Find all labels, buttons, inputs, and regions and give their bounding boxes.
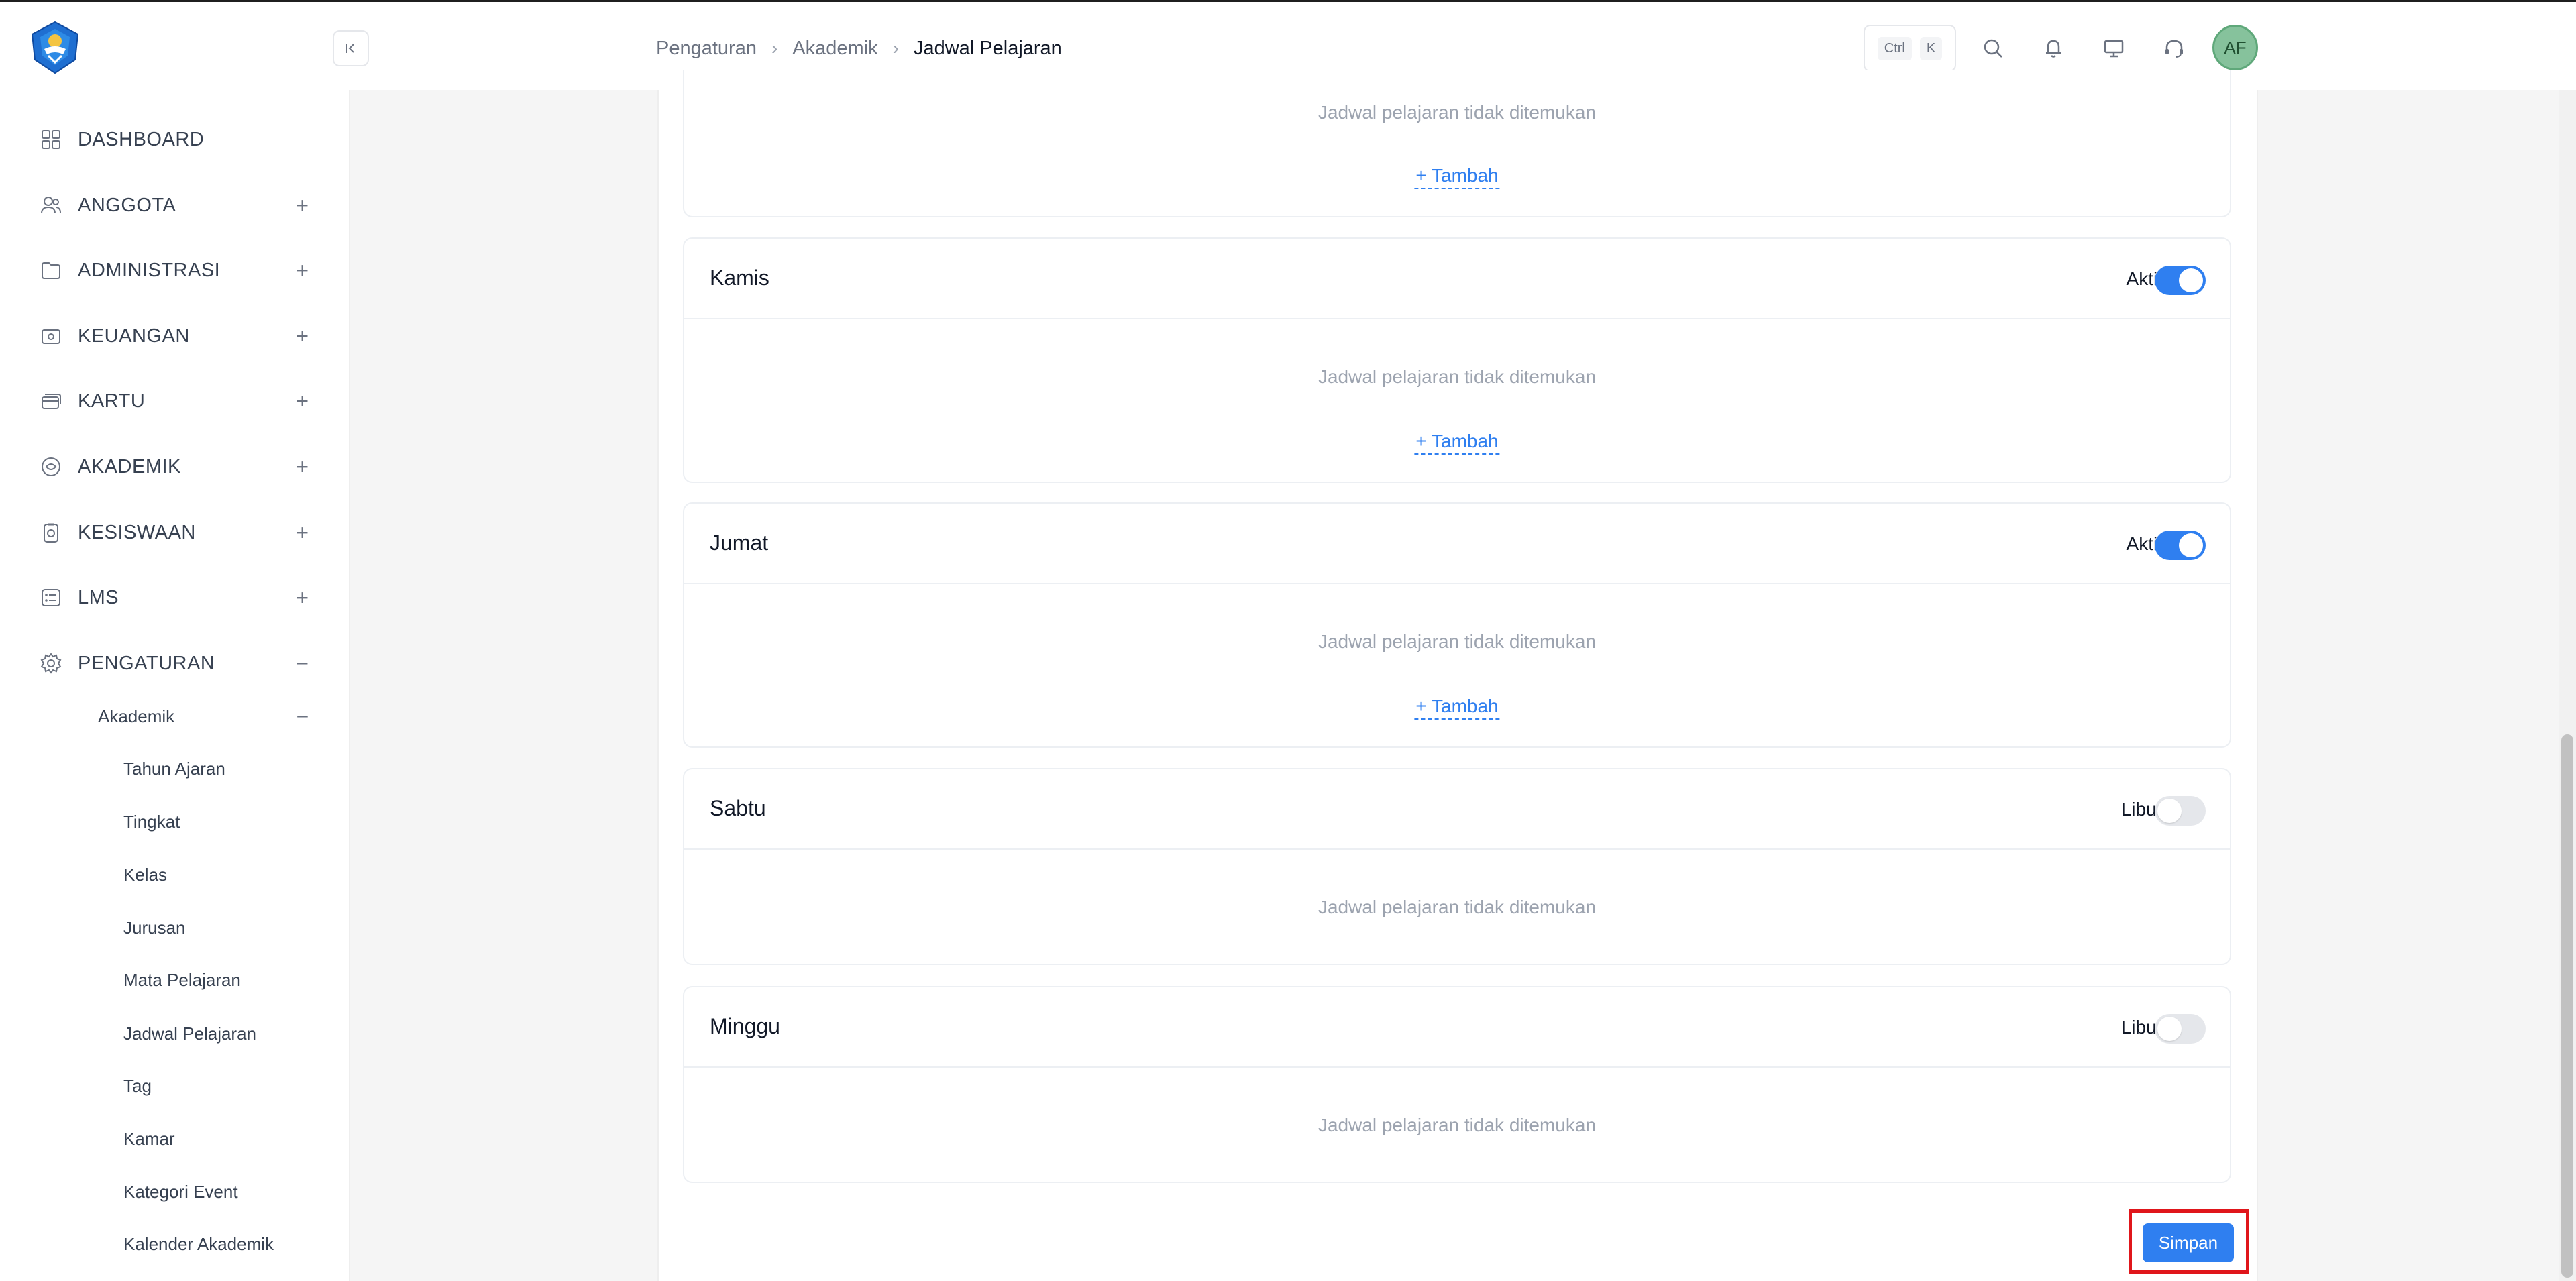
sidebar-collapse-button[interactable]	[333, 30, 369, 66]
monitor-icon[interactable]	[2097, 32, 2131, 65]
sidebar-link-kelas[interactable]: Kelas	[123, 858, 338, 891]
day-active-toggle[interactable]	[2155, 1014, 2206, 1044]
sidebar-item-label: LMS	[78, 586, 119, 608]
plus-icon: +	[296, 258, 309, 282]
bell-icon[interactable]	[2037, 32, 2070, 65]
kbd-ctrl: Ctrl	[1877, 36, 1912, 60]
breadcrumb-current: Jadwal Pelajaran	[913, 37, 1062, 59]
minus-icon: −	[296, 704, 309, 728]
day-active-toggle[interactable]	[2155, 531, 2206, 560]
kbd-k: K	[1919, 36, 1943, 60]
sidebar-link-tahun-ajaran[interactable]: Tahun Ajaran	[123, 752, 338, 785]
logo-icon[interactable]	[28, 21, 82, 74]
sidebar-item-label: DASHBOARD	[78, 128, 205, 150]
add-schedule-link[interactable]: + Tambah	[1414, 165, 1500, 189]
grid-icon	[38, 126, 64, 153]
day-card-sabtu: Sabtu Libur Jadwal pelajaran tidak ditem…	[683, 768, 2231, 965]
sidebar-item-keuangan[interactable]: KEUANGAN +	[38, 316, 313, 356]
sidebar-item-label: AKADEMIK	[78, 455, 181, 478]
empty-schedule-message: Jadwal pelajaran tidak ditemukan	[1318, 366, 1597, 387]
sidebar-item-label: KEUANGAN	[78, 325, 190, 347]
sidebar-link-kalender-akademik[interactable]: Kalender Akademik	[123, 1227, 338, 1261]
day-title: Kamis	[710, 266, 769, 290]
plus-icon: +	[296, 323, 309, 348]
sidebar-item-label: ANGGOTA	[78, 194, 176, 216]
add-schedule-link[interactable]: + Tambah	[1414, 695, 1500, 720]
sidebar-link-tingkat[interactable]: Tingkat	[123, 805, 338, 838]
collapse-left-icon	[346, 44, 354, 53]
list-icon	[38, 584, 64, 611]
empty-schedule-message: Jadwal pelajaran tidak ditemukan	[1318, 631, 1597, 652]
day-card-header: Minggu Libur	[684, 987, 2230, 1068]
sidebar-link-kamar[interactable]: Kamar	[123, 1122, 338, 1156]
breadcrumb-pengaturan[interactable]: Pengaturan	[656, 38, 757, 60]
sidebar-item-dashboard[interactable]: DASHBOARD	[38, 119, 313, 160]
academic-icon	[38, 453, 64, 480]
empty-schedule-message: Jadwal pelajaran tidak ditemukan	[1318, 1115, 1597, 1135]
search-icon[interactable]	[1976, 32, 2010, 65]
day-title: Minggu	[710, 1014, 780, 1038]
save-button[interactable]: Simpan	[2143, 1223, 2234, 1262]
sidebar-item-kesiswaan[interactable]: KESISWAAN +	[38, 512, 313, 553]
avatar[interactable]: AF	[2212, 25, 2258, 70]
sidebar-item-anggota[interactable]: ANGGOTA +	[38, 185, 313, 225]
day-card-jumat: Jumat Aktif Jadwal pelajaran tidak ditem…	[683, 502, 2231, 748]
sidebar-link-jurusan[interactable]: Jurusan	[123, 911, 338, 944]
sidebar-link-tag[interactable]: Tag	[123, 1069, 338, 1103]
scrollbar-thumb[interactable]	[2561, 734, 2573, 1278]
sidebar-link-kategori-event[interactable]: Kategori Event	[123, 1175, 338, 1209]
sidebar-subitem-label: Akademik	[98, 706, 175, 726]
sidebar-item-label: PENGATURAN	[78, 652, 215, 674]
sidebar-link-mata-pelajaran[interactable]: Mata Pelajaran	[123, 963, 338, 997]
empty-schedule-message: Jadwal pelajaran tidak ditemukan	[1318, 897, 1597, 917]
sidebar-item-akademik[interactable]: AKADEMIK +	[38, 447, 313, 487]
badge-icon	[38, 519, 64, 546]
plus-icon: +	[296, 585, 309, 610]
sidebar-item-label: KARTU	[78, 390, 146, 412]
day-card-minggu: Minggu Libur Jadwal pelajaran tidak dite…	[683, 986, 2231, 1183]
avatar-initials: AF	[2224, 37, 2247, 58]
save-button-highlight: Simpan	[2129, 1209, 2249, 1274]
day-active-toggle[interactable]	[2155, 266, 2206, 295]
gear-icon	[38, 650, 64, 677]
headset-icon[interactable]	[2157, 32, 2191, 65]
breadcrumb: Pengaturan › Akademik › Jadwal Pelajaran	[656, 32, 1062, 65]
plus-icon: +	[296, 520, 309, 545]
sidebar-item-kartu[interactable]: KARTU +	[38, 381, 313, 421]
command-palette-shortcut[interactable]: Ctrl K	[1864, 25, 1956, 72]
chevron-right-icon: ›	[892, 38, 899, 58]
day-card-kamis: Kamis Aktif Jadwal pelajaran tidak ditem…	[683, 237, 2231, 483]
users-icon	[38, 192, 64, 219]
plus-icon: +	[296, 192, 309, 217]
sidebar-link-jadwal-pelajaran[interactable]: Jadwal Pelajaran	[123, 1017, 338, 1050]
day-title: Sabtu	[710, 796, 766, 820]
sidebar-item-administrasi[interactable]: ADMINISTRASI +	[38, 250, 313, 290]
sidebar-item-label: KESISWAAN	[78, 521, 196, 543]
sidebar-item-lms[interactable]: LMS +	[38, 577, 313, 618]
wallet-icon	[38, 323, 64, 349]
plus-icon: +	[296, 388, 309, 413]
day-card-partial: Jadwal pelajaran tidak ditemukan + Tamba…	[683, 70, 2231, 217]
day-card-header: Jumat Aktif	[684, 504, 2230, 584]
day-card-header: Kamis Aktif	[684, 239, 2230, 319]
empty-schedule-message: Jadwal pelajaran tidak ditemukan	[1318, 102, 1597, 123]
day-card-header: Sabtu Libur	[684, 769, 2230, 850]
cards-icon	[38, 388, 64, 414]
minus-icon: −	[296, 651, 309, 675]
plus-icon: +	[296, 454, 309, 479]
add-schedule-link[interactable]: + Tambah	[1414, 431, 1500, 455]
folder-icon	[38, 257, 64, 284]
day-active-toggle[interactable]	[2155, 796, 2206, 826]
sidebar-item-pengaturan[interactable]: PENGATURAN −	[38, 643, 313, 683]
chevron-right-icon: ›	[771, 38, 778, 58]
day-title: Jumat	[710, 531, 769, 555]
sidebar-item-label: ADMINISTRASI	[78, 259, 221, 281]
sidebar-subitem-akademik[interactable]: Akademik −	[98, 700, 313, 733]
breadcrumb-akademik[interactable]: Akademik	[792, 38, 877, 60]
